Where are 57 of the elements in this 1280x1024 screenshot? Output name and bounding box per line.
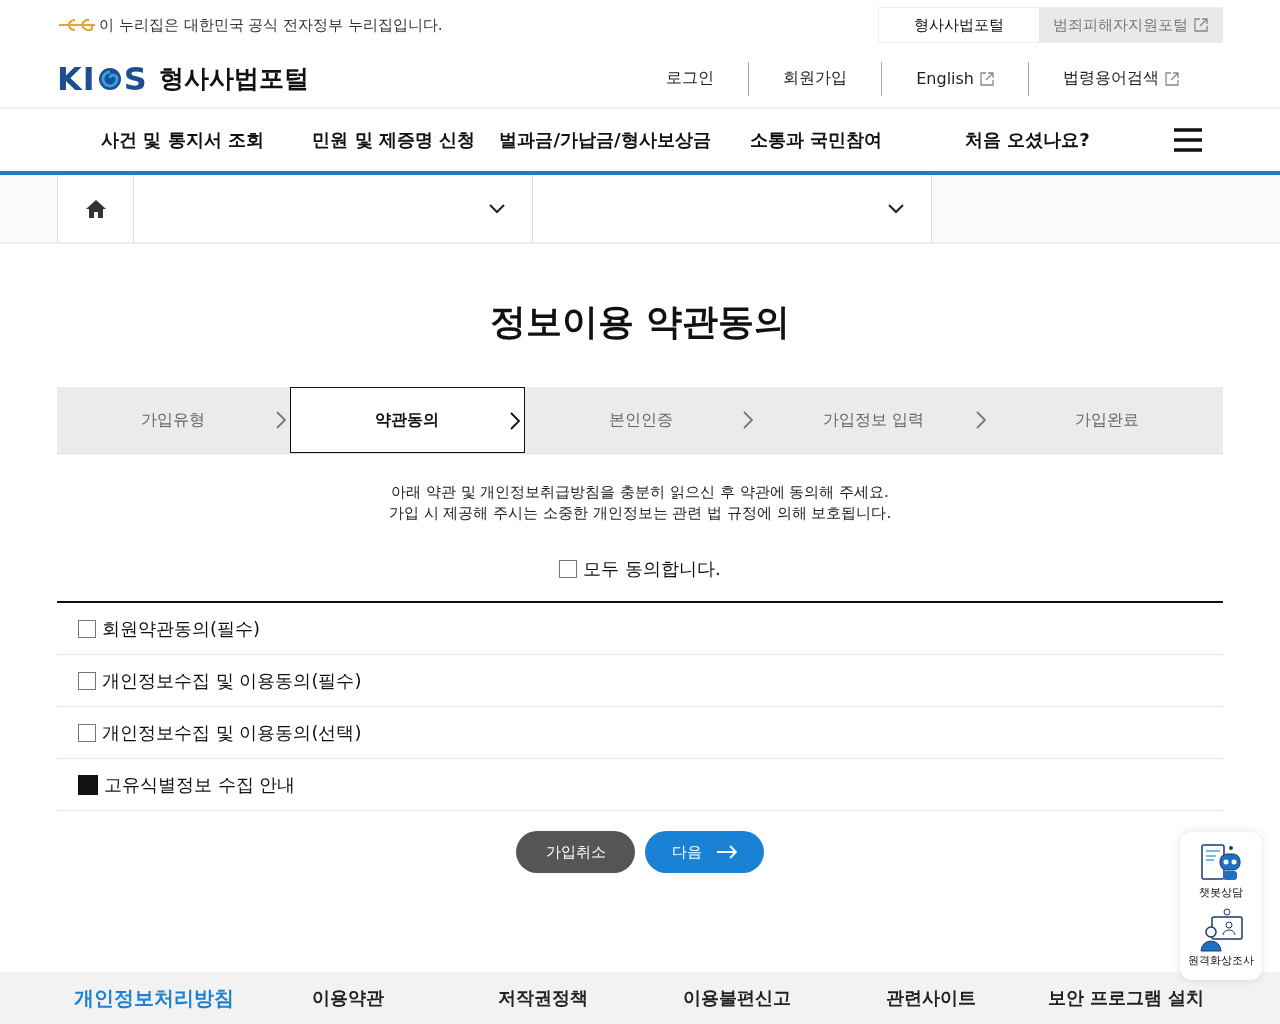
gov-banner-text: 이 누리집은 대한민국 공식 전자정부 누리집입니다. bbox=[99, 15, 443, 35]
term-label: 개인정보수집 및 이용동의(선택) bbox=[102, 720, 362, 745]
cancel-button[interactable]: 가입취소 bbox=[516, 831, 635, 873]
agree-all-label: 모두 동의합니다. bbox=[583, 557, 721, 581]
term-label: 개인정보수집 및 이용동의(필수) bbox=[102, 668, 362, 693]
home-icon bbox=[84, 198, 107, 219]
main-nav-item[interactable]: 처음 오셨나요? bbox=[921, 128, 1133, 152]
quick-menu-item[interactable]: 챗봇상담 bbox=[1198, 844, 1244, 900]
portal-tab[interactable]: 범죄피해자지원포털 bbox=[1039, 8, 1222, 42]
next-button[interactable]: 다음 bbox=[645, 831, 764, 873]
footer-link[interactable]: 이용불편신고 bbox=[640, 986, 835, 1010]
footer-link[interactable]: 이용약관 bbox=[251, 986, 446, 1010]
chevron-right-icon bbox=[743, 411, 754, 429]
footer-link[interactable]: 저작권정책 bbox=[445, 986, 640, 1010]
logo-mark-text: KI bbox=[57, 59, 96, 98]
swirl-logo-icon bbox=[96, 65, 123, 92]
utility-link[interactable]: English bbox=[881, 61, 1028, 96]
footer-link[interactable]: 관련사이트 bbox=[834, 986, 1029, 1010]
main-nav-item[interactable]: 소통과 국민참여 bbox=[710, 128, 922, 152]
home-button[interactable] bbox=[58, 175, 134, 242]
chevron-right-icon bbox=[275, 411, 286, 429]
logo-mark-text: S bbox=[123, 59, 148, 98]
term-label: 회원약관동의(필수) bbox=[102, 616, 261, 641]
page-title: 정보이용 약관동의 bbox=[488, 300, 792, 344]
footer-link[interactable]: 보안 프로그램 설치 bbox=[1028, 986, 1223, 1010]
utility-link[interactable]: 회원가입 bbox=[748, 61, 882, 96]
term-label: 고유식별정보 수집 안내 bbox=[104, 772, 296, 797]
step-label: 가입완료 bbox=[1074, 409, 1139, 431]
utility-link[interactable]: 법령용어검색 bbox=[1028, 61, 1213, 96]
menu-icon[interactable] bbox=[1173, 127, 1203, 153]
nuri-emblem-icon bbox=[57, 17, 97, 33]
checkbox[interactable] bbox=[78, 671, 96, 690]
chevron-down-icon bbox=[488, 203, 506, 214]
checkbox[interactable] bbox=[78, 619, 96, 638]
chevron-right-icon bbox=[509, 412, 520, 430]
logo-title: 형사사법포털 bbox=[158, 63, 309, 95]
checkbox[interactable] bbox=[78, 723, 96, 742]
step-label: 가입유형 bbox=[141, 409, 206, 431]
chevron-down-icon bbox=[887, 203, 905, 214]
step-label: 본인인증 bbox=[609, 409, 673, 431]
arrow-right-icon bbox=[715, 845, 738, 859]
quick-menu-label: 챗봇상담 bbox=[1199, 885, 1243, 900]
quick-menu-label: 원격화상조사 bbox=[1188, 953, 1254, 968]
chevron-right-icon bbox=[976, 411, 987, 429]
utility-link[interactable]: 로그인 bbox=[632, 61, 749, 96]
step-label: 약관동의 bbox=[375, 409, 440, 431]
main-nav-item[interactable]: 벌과금/가납금/형사보상금 bbox=[499, 128, 711, 152]
square-bullet-icon bbox=[78, 774, 98, 795]
main-nav-item[interactable]: 민원 및 제증명 신청 bbox=[288, 128, 500, 152]
intro-text: 가입 시 제공해 주시는 소중한 개인정보는 관련 법 규정에 의해 보호됩니다. bbox=[387, 503, 893, 524]
intro-text: 아래 약관 및 개인정보취급방침을 충분히 읽으신 후 약관에 동의해 주세요. bbox=[390, 482, 890, 503]
checkbox[interactable] bbox=[559, 560, 578, 578]
footer-link[interactable]: 개인정보처리방침 bbox=[57, 984, 252, 1012]
main-nav-item[interactable]: 사건 및 통지서 조회 bbox=[77, 128, 289, 152]
step-label: 가입정보 입력 bbox=[823, 409, 925, 431]
quick-menu-item[interactable]: 원격화상조사 bbox=[1188, 908, 1254, 968]
video-call-icon bbox=[1198, 908, 1244, 952]
